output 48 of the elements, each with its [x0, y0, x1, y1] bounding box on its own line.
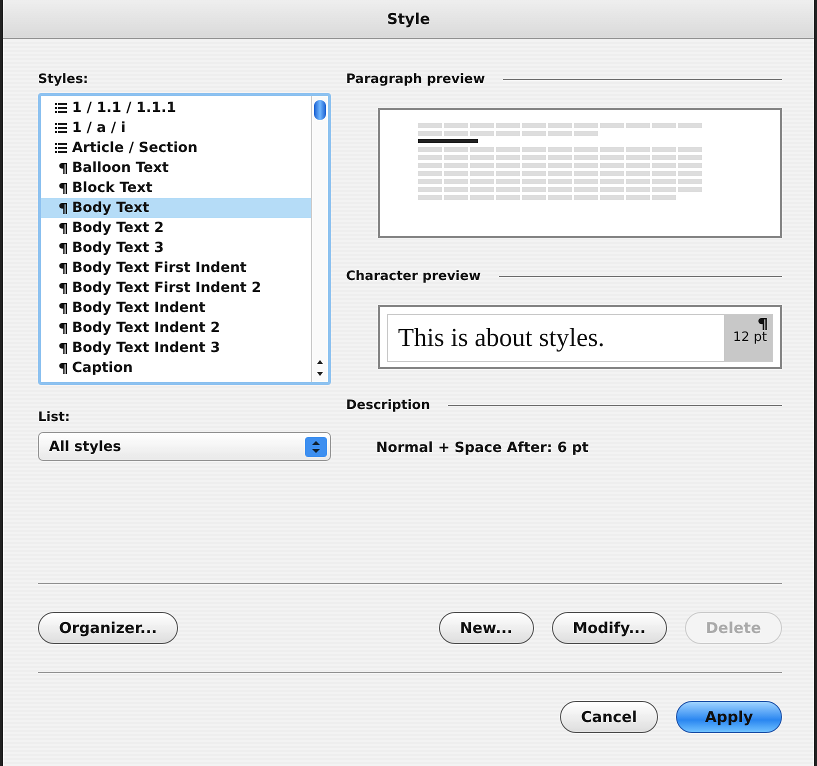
- scrollbar[interactable]: [311, 96, 328, 382]
- window-title: Style: [386, 10, 430, 28]
- style-item[interactable]: Body Text: [41, 198, 311, 218]
- style-item[interactable]: 1 / 1.1 / 1.1.1: [41, 98, 311, 118]
- style-item[interactable]: Body Text 2: [41, 218, 311, 238]
- pilcrow-icon: [59, 202, 67, 214]
- character-preview-label: Character preview: [346, 268, 481, 285]
- style-item[interactable]: Block Text: [41, 178, 311, 198]
- list-icon: [55, 103, 67, 113]
- dialog-button[interactable]: New...: [438, 612, 534, 644]
- pilcrow-icon: [59, 222, 67, 234]
- list-dropdown[interactable]: All styles: [38, 432, 331, 461]
- dropdown-arrows-icon: [305, 436, 327, 456]
- pilcrow-icon: [59, 262, 67, 274]
- style-item[interactable]: Body Text Indent 2: [41, 318, 311, 338]
- style-item[interactable]: Body Text First Indent 2: [41, 278, 311, 298]
- dialog-button[interactable]: Cancel: [560, 701, 658, 733]
- style-item[interactable]: Balloon Text: [41, 158, 311, 178]
- description-label: Description: [346, 397, 430, 414]
- list-icon: [55, 123, 67, 133]
- pilcrow-icon: [59, 182, 67, 194]
- style-item[interactable]: Body Text Indent 3: [41, 338, 311, 358]
- style-item[interactable]: 1 / a / i: [41, 118, 311, 138]
- list-icon: [55, 143, 67, 153]
- pilcrow-icon: [59, 362, 67, 374]
- dialog-button[interactable]: Apply: [676, 701, 782, 733]
- styles-list[interactable]: [38, 93, 331, 385]
- styles-label: Styles:: [38, 71, 90, 88]
- scroll-thumb[interactable]: [314, 100, 326, 120]
- sample-text: This is about styles.: [397, 322, 605, 354]
- pilcrow-icon: [59, 162, 67, 174]
- style-item[interactable]: Body Text First Indent: [41, 258, 311, 278]
- pilcrow-icon: [59, 342, 67, 354]
- style-item[interactable]: Body Text 3: [41, 238, 311, 258]
- style-item[interactable]: Caption: [41, 358, 311, 378]
- style-item[interactable]: Article / Section: [41, 138, 311, 158]
- pilcrow-icon: [59, 282, 67, 294]
- paragraph-preview-label: Paragraph preview: [346, 71, 486, 88]
- list-label: List:: [38, 409, 71, 426]
- dialog-button[interactable]: Organizer...: [38, 612, 178, 644]
- pilcrow-icon: [758, 318, 767, 330]
- pilcrow-icon: [59, 322, 67, 334]
- pilcrow-icon: [59, 242, 67, 254]
- style-item[interactable]: Body Text Indent: [41, 298, 311, 318]
- dialog-button[interactable]: Modify...: [552, 612, 667, 644]
- description-text: Normal + Space After: 6 pt: [376, 440, 590, 456]
- font-size-text: 12 pt: [732, 330, 767, 345]
- pilcrow-icon: [59, 302, 67, 314]
